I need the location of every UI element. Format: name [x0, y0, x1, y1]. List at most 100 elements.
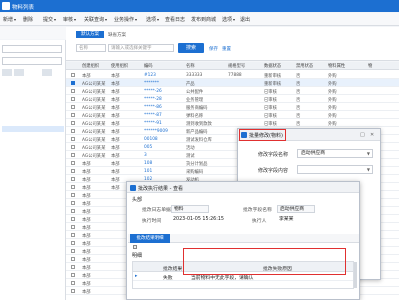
toolbar-item-label: 审核	[63, 17, 74, 23]
chevron-down-icon: ▾	[54, 17, 57, 22]
default-scheme-button[interactable]: 默认方案	[76, 31, 104, 38]
grid-header-cell[interactable]: 禁用状态	[296, 63, 313, 69]
group-filter-input[interactable]	[2, 57, 62, 65]
cell-org: 本部	[82, 177, 91, 183]
row-checkbox[interactable]	[71, 273, 75, 277]
log-no-value: 物料	[171, 205, 209, 213]
window-title: 物料列表	[12, 5, 35, 11]
row-checkbox[interactable]	[71, 225, 75, 229]
toolbar-item[interactable]: 选项▾	[222, 16, 235, 23]
table-row[interactable]: AG公司某某 本部 *****-86 服务商编码 已审核 否 外购	[66, 103, 399, 111]
row-checkbox[interactable]	[71, 81, 75, 85]
search-input[interactable]: 请输入或选择关键字	[108, 44, 174, 52]
table-row[interactable]: AG公司某某 本部 *****-26 公共配件 已审核 否 外购	[66, 87, 399, 95]
row-checkbox[interactable]	[71, 185, 75, 189]
save-link[interactable]: 保存	[209, 46, 218, 52]
grid-header-cell[interactable]: 物料属性	[328, 63, 345, 69]
cell-disabled: 否	[296, 97, 301, 103]
table-row[interactable]: 本部 本部 #123 333333 77888 重新审核 否 外购	[66, 71, 399, 79]
grid-header-cell[interactable]: 规格型号	[228, 63, 245, 69]
row-checkbox[interactable]	[71, 233, 75, 237]
grid-header-cell[interactable]: 数据状态	[264, 63, 281, 69]
row-checkbox[interactable]	[71, 201, 75, 205]
row-checkbox[interactable]	[71, 145, 75, 149]
grid-header-cell[interactable]: 物	[368, 63, 372, 69]
scheme-list[interactable]: 缺省方案	[108, 32, 126, 38]
cell-org: 本部	[82, 257, 91, 263]
reset-link[interactable]: 重置	[222, 46, 231, 52]
toolbar-item[interactable]: 审核▾	[63, 16, 76, 23]
row-checkbox[interactable]	[71, 129, 75, 133]
cell-disabled: 否	[296, 113, 301, 119]
row-checkbox[interactable]	[71, 113, 75, 117]
exec-time-value: 2023-01-05 15:26:15	[173, 217, 224, 222]
expand-button[interactable]	[2, 69, 12, 76]
cell-use_org: 本部	[111, 177, 120, 183]
row-checkbox[interactable]	[71, 105, 75, 109]
table-row[interactable]: AG公司某某 本部 *****-28 业务管理 已审核 否 外购	[66, 95, 399, 103]
collapse-button[interactable]	[14, 69, 24, 76]
row-checkbox[interactable]	[71, 169, 75, 173]
row-checkbox[interactable]	[71, 89, 75, 93]
field-content-select[interactable]: ▼	[297, 165, 373, 174]
toolbar-item[interactable]: 提交▾	[43, 16, 56, 23]
row-checkbox[interactable]	[71, 257, 75, 261]
toolbar-item[interactable]: 关联查询▾	[84, 16, 107, 23]
row-checkbox[interactable]	[71, 281, 75, 285]
grid-header-cell[interactable]: 名称	[186, 63, 195, 69]
close-icon[interactable]: ✕	[370, 132, 374, 138]
cell-name: 服务商编码	[186, 105, 208, 111]
row-checkbox[interactable]	[71, 137, 75, 141]
toolbar-item[interactable]: 选项▾	[146, 16, 159, 23]
row-checkbox[interactable]	[71, 289, 75, 293]
row-checkbox[interactable]	[71, 161, 75, 165]
search-button[interactable]: 搜索	[178, 43, 204, 53]
cell-status: 已审核	[264, 113, 277, 119]
cell-code: *****-26	[144, 88, 162, 94]
row-checkbox[interactable]	[71, 241, 75, 245]
vertical-scrollbar[interactable]	[354, 262, 357, 288]
toolbar-item[interactable]: 业务操作▾	[114, 16, 137, 23]
cell-name: 测试	[186, 153, 195, 159]
row-checkbox[interactable]	[71, 265, 75, 269]
refresh-button[interactable]	[42, 69, 52, 76]
toolbar-item[interactable]: 查看日志	[165, 16, 185, 23]
org-filter-input[interactable]	[2, 45, 62, 53]
maximize-icon[interactable]: □	[360, 132, 365, 138]
cell-org: AG公司某某	[82, 121, 106, 127]
executor-value: 李某某	[279, 217, 294, 222]
tree-item-selected[interactable]	[2, 126, 64, 132]
toolbar-item[interactable]: 发布到商城	[191, 16, 216, 23]
row-checkbox[interactable]	[71, 121, 75, 125]
field-select[interactable]: 名称	[76, 44, 106, 52]
toolbar-item[interactable]: 删除	[23, 16, 33, 23]
row-checkbox[interactable]	[71, 177, 75, 181]
grid-header-cell[interactable]: 编码	[144, 63, 153, 69]
cell-code: *****-91	[144, 120, 162, 126]
cell-code: *****-87	[144, 112, 162, 118]
toolbar-item-label: 查看日志	[165, 17, 186, 23]
grid-header: 创建组织 使用组织 编码 名称 规格型号 数据状态 禁用状态 物料属性 物	[66, 62, 399, 70]
table-row[interactable]: AG公司某某 本部 *****-87 弹料名称 已审核 否 外购	[66, 111, 399, 119]
row-checkbox[interactable]	[71, 193, 75, 197]
row-checkbox[interactable]	[71, 209, 75, 213]
row-checkbox[interactable]	[71, 249, 75, 253]
toolbar-item[interactable]: 新增▾	[3, 16, 16, 23]
row-checkbox[interactable]	[71, 153, 75, 157]
toolbar-item-label: 删除	[23, 17, 34, 23]
cell-use_org: 本部	[111, 145, 120, 151]
grid-header-cell[interactable]: 使用组织	[111, 63, 128, 69]
cell-use_org: 本部	[111, 129, 120, 135]
row-tool-icon[interactable]	[133, 245, 137, 249]
tab-result-detail[interactable]: 批改结果明细	[130, 234, 170, 243]
toolbar-item[interactable]: 退出	[240, 16, 250, 23]
toolbar-item-label: 新增	[3, 17, 14, 23]
row-checkbox[interactable]	[71, 73, 75, 77]
cell-spec: 77888	[228, 72, 242, 78]
grid-header-cell[interactable]: 创建组织	[82, 63, 99, 69]
row-checkbox[interactable]	[71, 97, 75, 101]
field-name-select[interactable]: 启动供应商 ▼	[297, 149, 373, 158]
row-checkbox[interactable]	[71, 217, 75, 221]
table-row[interactable]: AG公司某某 本部 *****-91 测到收到款款 已审核 否 外购	[66, 119, 399, 127]
table-row[interactable]: AG公司某某 本部 ******* 产品 重新审核 否 外购	[66, 79, 399, 87]
